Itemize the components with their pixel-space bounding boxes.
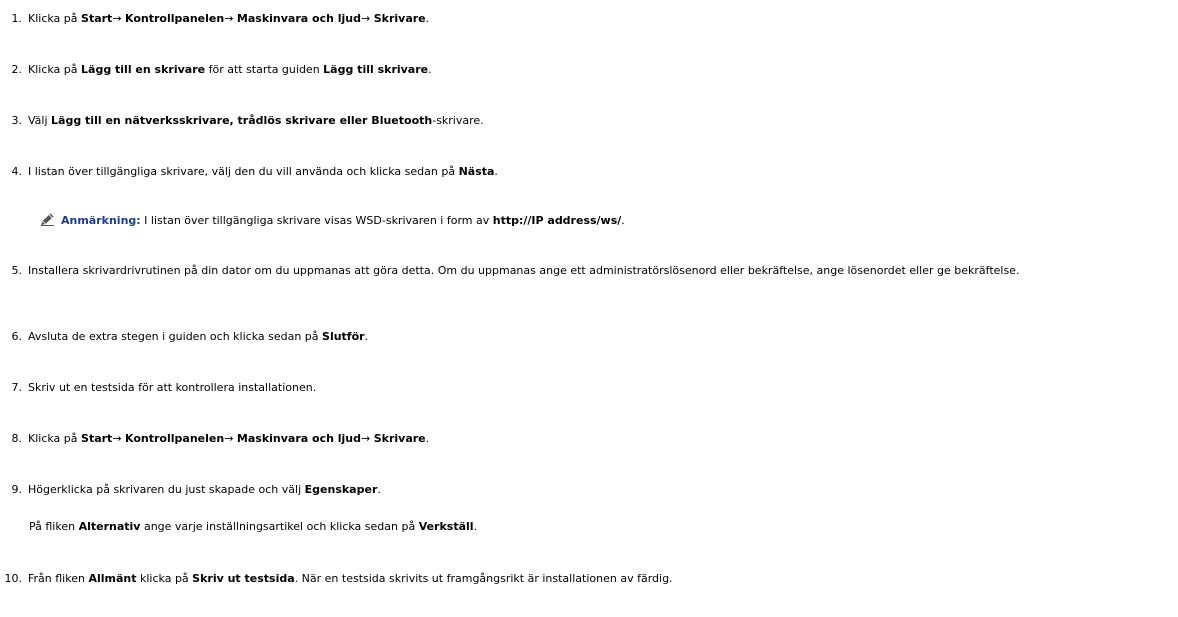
step-2: 2. Klicka på Lägg till en skrivare för at…: [6, 63, 1170, 77]
note-text: I listan över tillgängliga skrivare visa…: [140, 214, 493, 227]
step-number: 1.: [11, 12, 23, 25]
step-number: 6.: [11, 330, 23, 343]
step-number: 4.: [11, 165, 23, 178]
note-label: Anmärkning:: [61, 214, 141, 227]
step-10: 10. Från fliken Allmänt klicka på Skriv u…: [3, 572, 1170, 586]
step-number: 2.: [11, 63, 23, 76]
note-url: http://IP address/ws/: [492, 214, 622, 227]
step-text: Klicka på Lägg till en skrivare för att …: [28, 63, 432, 76]
step-number: 3.: [11, 114, 23, 127]
step-text: Installera skrivardrivrutinen på din dat…: [28, 264, 1020, 277]
step-text: Avsluta de extra stegen i guiden och kli…: [28, 330, 369, 343]
step-text: Från fliken Allmänt klicka på Skriv ut t…: [28, 572, 673, 585]
step-5: 5. Installera skrivardrivrutinen på din d…: [6, 264, 1170, 278]
step-7: 7. Skriv ut en testsida för att kontrolle…: [6, 381, 1170, 395]
step-text: Högerklicka på skrivaren du just skapade…: [28, 483, 381, 496]
note: Anmärkning: I listan över tillgängliga s…: [40, 213, 625, 228]
step-1: 1. Klicka på Start→ Kontrollpanelen→ Mask…: [6, 12, 1170, 26]
step-text: Välj Lägg till en nätverksskrivare, tråd…: [28, 114, 484, 127]
step-4: 4. I listan över tillgängliga skrivare, v…: [6, 165, 1170, 179]
step-text: I listan över tillgängliga skrivare, väl…: [28, 165, 498, 178]
pencil-note-icon: [40, 213, 55, 226]
step-number: 5.: [11, 264, 23, 277]
step-6: 6. Avsluta de extra stegen i guiden och k…: [6, 330, 1170, 344]
step-number: 9.: [11, 483, 23, 496]
step-8: 8. Klicka på Start→ Kontrollpanelen→ Mask…: [6, 432, 1170, 446]
step-number: 10.: [4, 572, 23, 585]
step-9: 9. Högerklicka på skrivaren du just skapa…: [6, 483, 1170, 497]
step-text: Klicka på Start→ Kontrollpanelen→ Maskin…: [28, 432, 430, 445]
step-number: 8.: [11, 432, 23, 445]
step-number: 7.: [11, 381, 23, 394]
step-3: 3. Välj Lägg till en nätverksskrivare, tr…: [6, 114, 1170, 128]
step-text: Klicka på Start→ Kontrollpanelen→ Maskin…: [28, 12, 430, 25]
step-text: Skriv ut en testsida för att kontrollera…: [28, 381, 317, 394]
step-9-detail: På fliken Alternativ ange varje inställn…: [29, 520, 478, 533]
